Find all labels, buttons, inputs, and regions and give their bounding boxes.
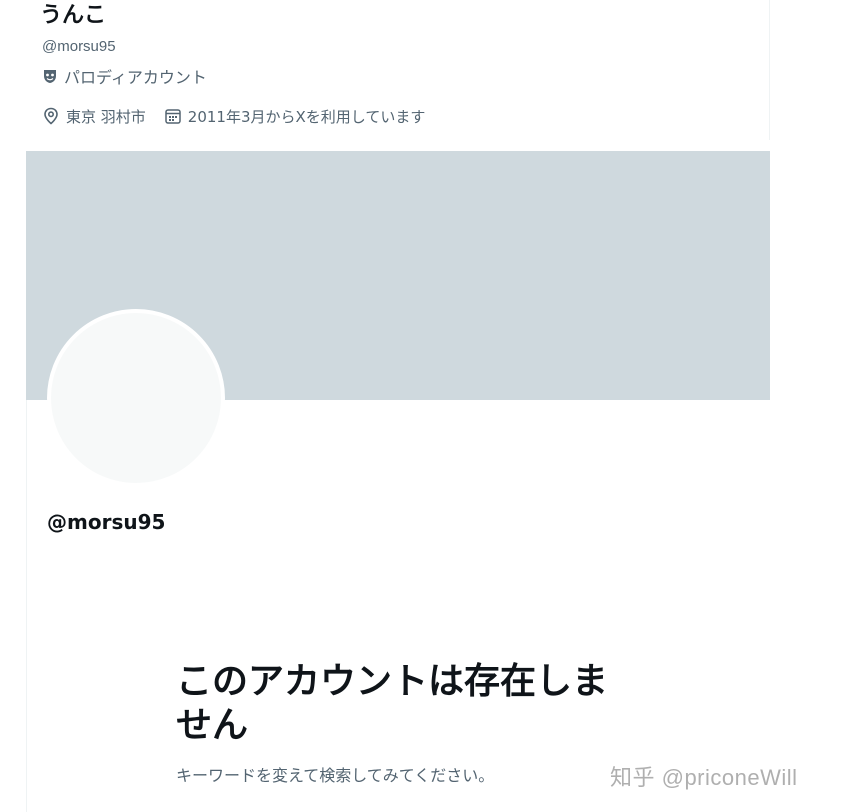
joined-item: 2011年3月からXを利用しています <box>164 106 426 127</box>
location-item: 東京 羽村市 <box>42 106 146 127</box>
account-handle: @morsu95 <box>47 510 166 534</box>
location-text: 東京 羽村市 <box>66 107 146 126</box>
profile-handle: @morsu95 <box>42 38 116 55</box>
calendar-icon <box>164 107 182 125</box>
display-name: うんこ <box>40 3 107 28</box>
parody-label: パロディアカウント <box>64 68 207 87</box>
profile-info-row: 東京 羽村市 2011年3月からXを利用しています <box>42 104 443 128</box>
empty-state-subtitle: キーワードを変えて検索してみてください。 <box>176 766 495 785</box>
location-pin-icon <box>42 107 60 125</box>
avatar[interactable] <box>47 309 225 487</box>
parody-label-row: パロディアカウント <box>42 65 207 87</box>
profile-page: うんこ @morsu95 パロディアカウント 東京 羽村市 2011年3月からX… <box>0 0 851 812</box>
empty-state-title: このアカウントは存在しません <box>176 661 609 746</box>
joined-text: 2011年3月からXを利用しています <box>187 107 426 126</box>
profile-header-card: うんこ @morsu95 パロディアカウント 東京 羽村市 2011年3月からX… <box>26 0 770 140</box>
parody-mask-icon <box>42 68 58 84</box>
watermark: 知乎 @priconeWill <box>610 765 798 790</box>
